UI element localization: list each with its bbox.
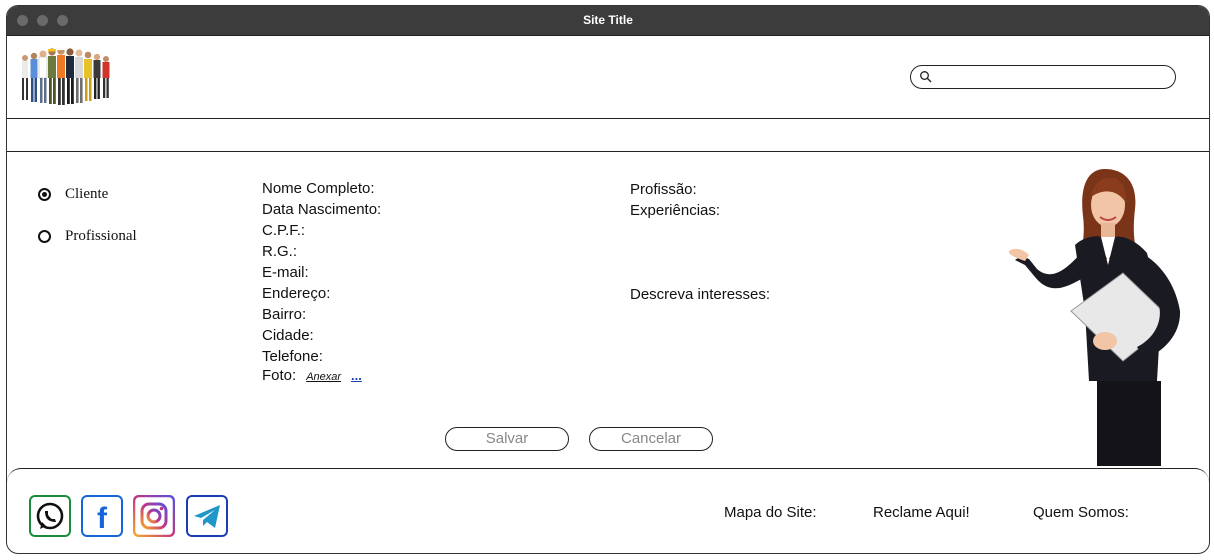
foto-row: Foto: Anexar ...	[262, 367, 362, 384]
footer: f Mapa do Site: Reclame Aqui! Quem Somos…	[7, 468, 1209, 553]
attach-photo-link[interactable]: Anexar	[306, 371, 341, 383]
save-button[interactable]: Salvar	[445, 427, 569, 451]
label-endereco: Endereço:	[262, 285, 331, 302]
site-logo-workers[interactable]	[17, 45, 115, 107]
navigation-bar	[7, 118, 1209, 152]
footer-link-quem-somos[interactable]: Quem Somos:	[1033, 504, 1129, 521]
footer-link-reclame-aqui[interactable]: Reclame Aqui!	[873, 504, 970, 521]
search-input[interactable]	[937, 68, 1171, 88]
label-profissao: Profissão:	[630, 181, 697, 198]
radio-option-profissional[interactable]: Profissional	[38, 228, 137, 245]
label-descreva-interesses: Descreva interesses:	[630, 286, 771, 303]
radio-unchecked-icon[interactable]	[38, 230, 51, 243]
search-box[interactable]	[910, 65, 1176, 89]
radio-label-cliente: Cliente	[65, 186, 109, 202]
label-rg: R.G.:	[262, 243, 298, 260]
facebook-icon[interactable]: f	[81, 495, 123, 537]
label-experiencias: Experiências:	[630, 202, 721, 219]
radio-checked-icon[interactable]	[38, 188, 51, 201]
label-data-nascimento: Data Nascimento:	[262, 201, 382, 218]
window-title: Site Title	[583, 13, 633, 27]
whatsapp-icon[interactable]	[29, 495, 71, 537]
browser-window: Site Title Cliente Profissional Nome Com…	[6, 5, 1210, 554]
label-foto: Foto:	[262, 367, 297, 384]
title-bar: Site Title	[7, 6, 1209, 36]
label-bairro: Bairro:	[262, 306, 307, 323]
label-nome-completo: Nome Completo:	[262, 180, 375, 197]
footer-link-mapa-do-site[interactable]: Mapa do Site:	[724, 504, 817, 521]
label-telefone: Telefone:	[262, 348, 323, 365]
telegram-icon[interactable]	[186, 495, 228, 537]
label-email: E-mail:	[262, 264, 309, 281]
businesswoman-image	[1009, 169, 1181, 466]
instagram-icon[interactable]	[133, 495, 175, 537]
browse-file-link[interactable]: ...	[351, 368, 362, 383]
search-icon	[920, 71, 932, 83]
radio-label-profissional: Profissional	[65, 228, 137, 244]
cancel-button[interactable]: Cancelar	[589, 427, 713, 451]
radio-option-cliente[interactable]: Cliente	[38, 186, 108, 203]
label-cpf: C.P.F.:	[262, 222, 306, 239]
svg-text:f: f	[97, 502, 108, 535]
label-cidade: Cidade:	[262, 327, 314, 344]
